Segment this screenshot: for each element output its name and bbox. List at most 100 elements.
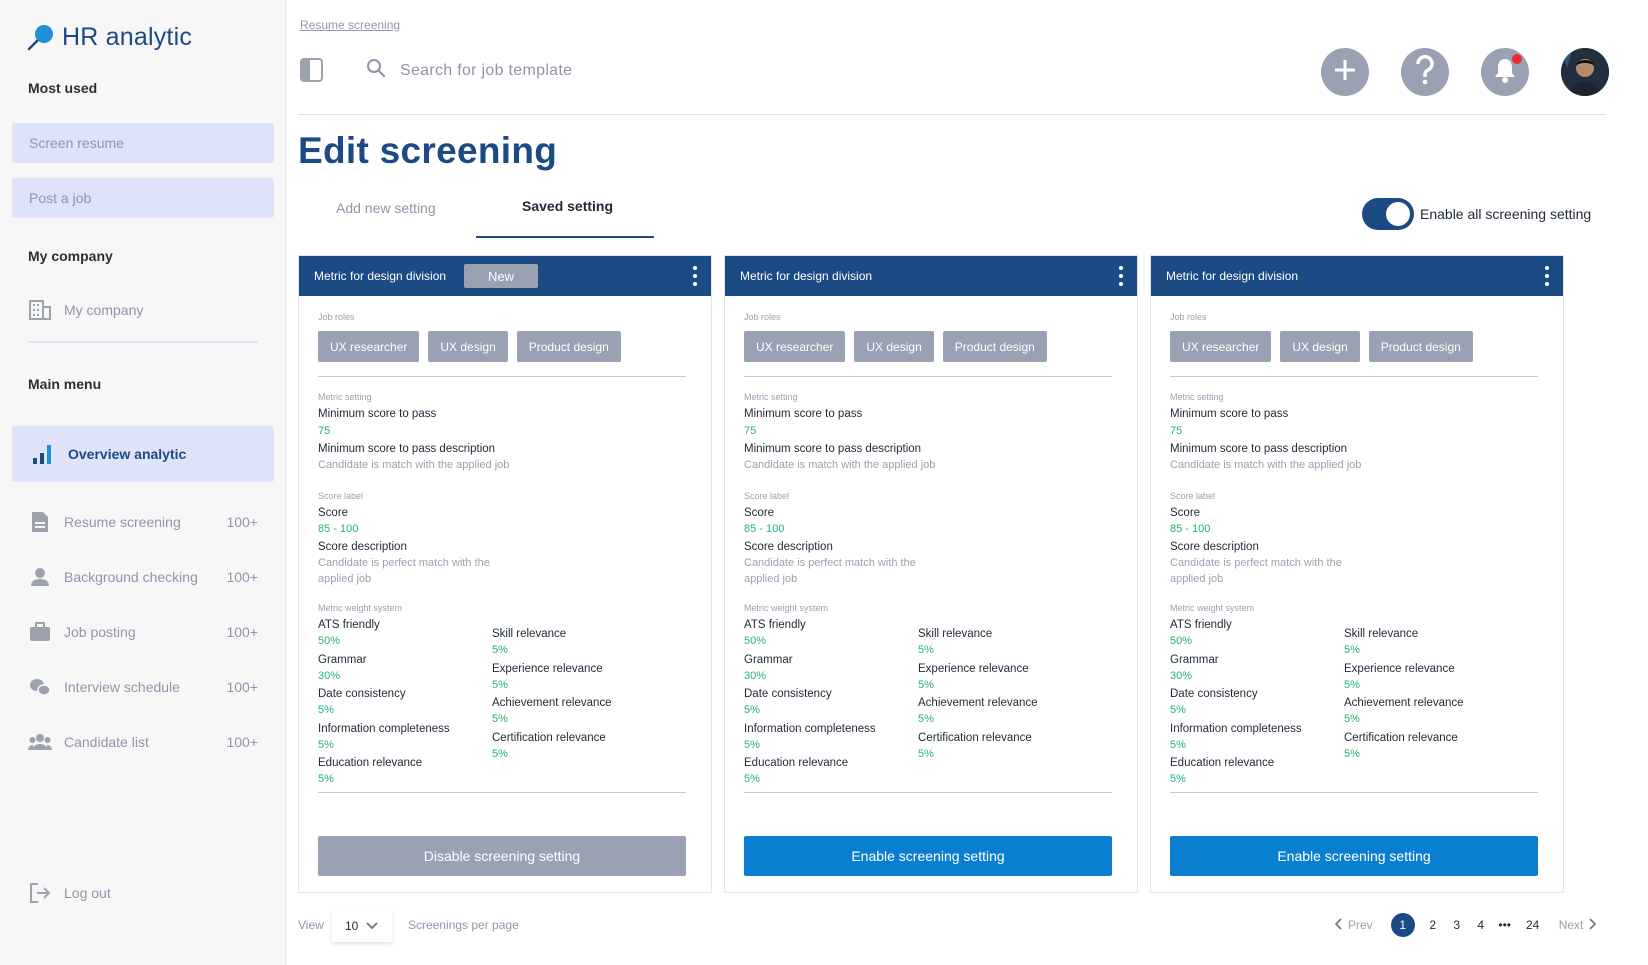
role-chip[interactable]: Product design <box>1368 331 1473 362</box>
min-score-value: 75 <box>318 425 331 437</box>
post-a-job-button[interactable]: Post a job <box>12 178 274 218</box>
weight-name: Certification relevance <box>492 731 606 744</box>
weight-value: 5% <box>744 773 760 785</box>
score-desc-value-cont: applied job <box>318 573 372 585</box>
weight-name: Education relevance <box>744 757 849 769</box>
magnifier-logo-icon <box>26 22 56 52</box>
sidebar: HR analytic Most used Screen resume Post… <box>0 0 286 965</box>
person-icon <box>28 565 52 589</box>
disable-screening-button[interactable]: Disable screening setting <box>318 836 686 876</box>
sidebar-item-background-checking[interactable]: Background checking 100+ <box>28 562 258 592</box>
page-button-1[interactable]: 1 <box>1390 913 1415 937</box>
weight-name: Achievement relevance <box>1344 697 1464 709</box>
role-chip[interactable]: UX researcher <box>1170 331 1272 362</box>
breadcrumb[interactable]: Resume screening <box>300 18 400 32</box>
more-options-icon[interactable] <box>1119 266 1123 286</box>
weight-value: 5% <box>318 773 334 785</box>
role-chip[interactable]: UX design <box>854 331 934 362</box>
notification-button[interactable] <box>1481 48 1529 96</box>
view-label: View <box>298 918 324 932</box>
min-score-label: Minimum score to pass <box>1170 408 1289 420</box>
chevron-left-icon <box>1334 917 1342 933</box>
header-divider <box>298 114 1606 115</box>
sidebar-item-candidate-list[interactable]: Candidate list 100+ <box>28 727 258 757</box>
weight-value: 5% <box>1344 747 1360 760</box>
card-title: Metric for design division <box>740 269 873 283</box>
weight-name: Date consistency <box>318 688 406 700</box>
section-divider <box>318 376 686 377</box>
page-button-3[interactable]: 3 <box>1445 918 1469 932</box>
logout-button[interactable]: Log out <box>28 878 258 908</box>
chat-icon <box>28 675 52 699</box>
weight-value: 5% <box>744 738 760 751</box>
prev-label: Prev <box>1348 918 1373 932</box>
add-button[interactable] <box>1321 48 1369 96</box>
screen-resume-button[interactable]: Screen resume <box>12 123 274 163</box>
toggle-label: Enable all screening setting <box>1420 206 1592 222</box>
screening-card-1: Metric for design division New Job roles… <box>298 255 712 893</box>
sidebar-item-job-posting[interactable]: Job posting 100+ <box>28 617 258 647</box>
prev-page-button[interactable]: Prev <box>1334 917 1373 933</box>
screening-card-3: Metric for design division Job roles UX … <box>1150 255 1564 893</box>
search-bar[interactable]: Search for job template <box>366 58 572 83</box>
new-badge: New <box>464 264 539 288</box>
per-page-value: 10 <box>345 919 359 933</box>
job-roles-label: Job roles <box>744 312 781 322</box>
min-score-label: Minimum score to pass <box>318 408 437 420</box>
weight-value: 5% <box>918 644 934 656</box>
enable-screening-button[interactable]: Enable screening setting <box>744 836 1112 876</box>
toggle-knob <box>1386 202 1410 226</box>
weight-value: 50% <box>744 635 767 647</box>
next-page-button[interactable]: Next <box>1559 917 1598 933</box>
weight-name: Certification relevance <box>1344 731 1458 744</box>
min-score-desc-value: Candidate is match with the applied job <box>744 459 936 471</box>
more-options-icon[interactable] <box>1545 266 1549 286</box>
role-chip[interactable]: Product design <box>516 331 621 362</box>
role-chip[interactable]: UX design <box>1280 331 1360 362</box>
enable-screening-button[interactable]: Enable screening setting <box>1170 836 1538 876</box>
weight-name: Grammar <box>318 653 367 666</box>
role-chip[interactable]: UX design <box>428 331 508 362</box>
weight-value: 5% <box>1344 644 1360 656</box>
enable-all-toggle[interactable] <box>1362 198 1414 230</box>
sidebar-item-overview-analytic[interactable]: Overview analytic <box>12 426 274 482</box>
weight-value: 5% <box>492 713 508 725</box>
page-button-2[interactable]: 2 <box>1421 918 1445 932</box>
page-button-24[interactable]: 24 <box>1517 918 1549 932</box>
avatar[interactable] <box>1561 48 1609 96</box>
sidebar-divider <box>28 341 258 343</box>
chevron-right-icon <box>1589 917 1597 933</box>
help-button[interactable] <box>1401 48 1449 96</box>
tab-add-new-setting[interactable]: Add new setting <box>336 200 436 216</box>
sidebar-item-my-company[interactable]: My company <box>28 295 258 325</box>
notification-dot <box>1512 54 1522 64</box>
score-desc-label: Score description <box>1170 541 1259 553</box>
sidebar-toggle-icon[interactable] <box>300 58 323 82</box>
weight-name: Education relevance <box>1170 757 1275 769</box>
app-logo[interactable]: HR analytic <box>26 22 192 52</box>
count-badge: 100+ <box>226 624 258 640</box>
role-chip[interactable]: UX researcher <box>744 331 846 362</box>
search-input[interactable]: Search for job template <box>400 62 572 80</box>
more-options-icon[interactable] <box>693 266 697 286</box>
role-chip[interactable]: UX researcher <box>318 331 420 362</box>
page-button-4[interactable]: 4 <box>1469 918 1493 932</box>
role-chip[interactable]: Product design <box>942 331 1047 362</box>
weight-value: 5% <box>492 678 508 691</box>
weight-value: 5% <box>1344 678 1360 691</box>
tab-saved-setting[interactable]: Saved setting <box>522 198 613 214</box>
score-desc-label: Score description <box>318 541 407 553</box>
metric-setting-label: Metric setting <box>318 392 372 402</box>
most-used-heading: Most used <box>28 80 98 96</box>
per-page-select[interactable]: 10 <box>332 910 392 942</box>
score-label: Score <box>744 507 775 519</box>
my-company-heading: My company <box>28 248 113 264</box>
min-score-value: 75 <box>1170 425 1183 437</box>
sidebar-item-interview-schedule[interactable]: Interview schedule 100+ <box>28 672 258 702</box>
sidebar-item-resume-screening[interactable]: Resume screening 100+ <box>28 507 258 537</box>
weight-name: Experience relevance <box>918 662 1029 675</box>
document-icon <box>28 510 52 534</box>
card-header: Metric for design division <box>1151 256 1563 296</box>
weight-value: 30% <box>318 669 341 682</box>
sidebar-item-label: Job posting <box>64 624 136 640</box>
